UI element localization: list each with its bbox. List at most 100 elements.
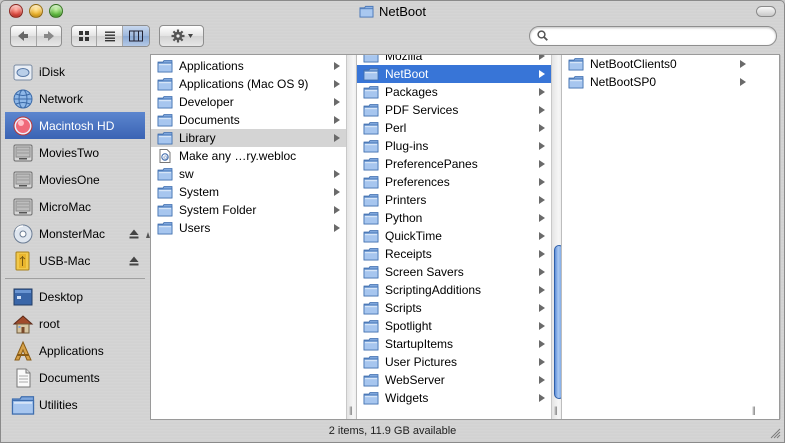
back-button[interactable] <box>11 26 37 46</box>
hard-disk-icon <box>11 115 35 137</box>
column-row-printers[interactable]: Printers <box>357 191 551 209</box>
eject-icon[interactable] <box>129 255 139 266</box>
column-scrollbar[interactable] <box>551 55 561 419</box>
row-label: Widgets <box>385 391 429 405</box>
row-label: PDF Services <box>385 103 459 117</box>
main-area: iDisk Network Macintosh HD MoviesTwo Mov… <box>5 54 781 420</box>
applications-icon <box>11 340 35 362</box>
search-field[interactable] <box>529 26 777 46</box>
column-row-python[interactable]: Python <box>357 209 551 227</box>
row-label: Packages <box>385 85 438 99</box>
sidebar-item-label: MoviesTwo <box>39 145 100 160</box>
sidebar-item-applications[interactable]: Applications <box>5 337 145 364</box>
column-row-screen-savers[interactable]: Screen Savers <box>357 263 551 281</box>
row-label: Plug-ins <box>385 139 429 153</box>
disclosure-arrow-icon <box>539 268 545 276</box>
column-row-startupitems[interactable]: StartupItems <box>357 335 551 353</box>
column-row-system[interactable]: System <box>151 183 346 201</box>
column-row-system-folder[interactable]: System Folder <box>151 201 346 219</box>
column-row-plug-ins[interactable]: Plug-ins <box>357 137 551 155</box>
folder-icon <box>363 319 379 333</box>
folder-icon <box>363 103 379 117</box>
sidebar-item-documents[interactable]: Documents <box>5 364 145 391</box>
column-row-widgets[interactable]: Widgets <box>357 389 551 407</box>
column-view-button[interactable] <box>122 26 149 46</box>
row-label: NetBoot <box>385 67 429 81</box>
column-row-developer[interactable]: Developer <box>151 93 346 111</box>
folder-icon <box>363 85 379 99</box>
sidebar-item-idisk[interactable]: iDisk <box>5 58 145 85</box>
column-resize-handle[interactable]: || <box>349 405 353 415</box>
column-row-quicktime[interactable]: QuickTime <box>357 227 551 245</box>
column-row-packages[interactable]: Packages <box>357 83 551 101</box>
column-row-user-pictures[interactable]: User Pictures <box>357 353 551 371</box>
column-row-netbootsp0[interactable]: NetBootSP0 <box>562 73 752 91</box>
column-scrollbar[interactable] <box>346 55 356 419</box>
column-row-webserver[interactable]: WebServer <box>357 371 551 389</box>
column-row-users[interactable]: Users <box>151 219 346 237</box>
column-row-preferencepanes[interactable]: PreferencePanes <box>357 155 551 173</box>
folder-icon <box>363 391 379 405</box>
browser-column-2: Mozilla NetBoot Packages PDF Services Pe… <box>357 55 562 419</box>
icon-view-button[interactable] <box>72 26 98 46</box>
sidebar-item-macintosh-hd[interactable]: Macintosh HD <box>5 112 145 139</box>
row-label: Users <box>179 221 211 235</box>
sidebar-item-label: Desktop <box>39 289 84 304</box>
column-row-applications-mac-os-9-[interactable]: Applications (Mac OS 9) <box>151 75 346 93</box>
column-row-mozilla[interactable]: Mozilla <box>357 55 551 65</box>
disclosure-arrow-icon <box>334 224 340 232</box>
resize-grip-icon[interactable] <box>769 427 781 439</box>
column-row-documents[interactable]: Documents <box>151 111 346 129</box>
sidebar-item-monstermac[interactable]: MonsterMac <box>5 220 145 247</box>
sidebar-item-label: iDisk <box>39 64 65 79</box>
column-row-library[interactable]: Library <box>151 129 346 147</box>
folder-icon <box>363 121 379 135</box>
sidebar-item-desktop[interactable]: Desktop <box>5 283 145 310</box>
column-row-applications[interactable]: Applications <box>151 57 346 75</box>
sidebar-item-moviesone[interactable]: MoviesOne <box>5 166 145 193</box>
row-label: StartupItems <box>385 337 454 351</box>
disclosure-arrow-icon <box>539 358 545 366</box>
sidebar-item-utilities[interactable]: Utilities <box>5 391 145 418</box>
webloc-icon: @ <box>157 149 173 163</box>
scrollbar-thumb[interactable] <box>554 245 561 399</box>
column-resize-handle[interactable]: || <box>752 405 756 415</box>
column-row-netboot[interactable]: NetBoot <box>357 65 551 83</box>
sidebar-item-micromac[interactable]: MicroMac <box>5 193 145 220</box>
toolbar-toggle-button[interactable] <box>756 6 776 17</box>
column-row-scripts[interactable]: Scripts <box>357 299 551 317</box>
sidebar-item-usb-mac[interactable]: USB-Mac <box>5 247 145 274</box>
action-menu-button[interactable] <box>160 26 203 46</box>
column-row-sw[interactable]: sw <box>151 165 346 183</box>
column-resize-handle[interactable]: || <box>554 405 558 415</box>
disclosure-arrow-icon <box>539 124 545 132</box>
folder-icon <box>363 193 379 207</box>
sidebar-item-network[interactable]: Network <box>5 85 145 112</box>
forward-arrow-icon <box>43 31 54 41</box>
folder-icon <box>363 55 379 63</box>
folder-icon <box>359 5 374 18</box>
folder-icon <box>157 185 173 199</box>
sidebar-item-moviestwo[interactable]: MoviesTwo <box>5 139 145 166</box>
column-row-spotlight[interactable]: Spotlight <box>357 317 551 335</box>
column-row-scriptingadditions[interactable]: ScriptingAdditions <box>357 281 551 299</box>
forward-button[interactable] <box>37 26 62 46</box>
column-row-receipts[interactable]: Receipts <box>357 245 551 263</box>
sidebar-item-label: Macintosh HD <box>39 118 115 133</box>
sidebar-item-root[interactable]: root <box>5 310 145 337</box>
column-row-make-any-ry-webloc[interactable]: @ Make any …ry.webloc <box>151 147 346 165</box>
column-row-preferences[interactable]: Preferences <box>357 173 551 191</box>
column-row-pdf-services[interactable]: PDF Services <box>357 101 551 119</box>
eject-icon[interactable] <box>129 228 139 239</box>
status-bar: 2 items, 11.9 GB available <box>1 420 784 442</box>
column-row-netbootclients0[interactable]: NetBootClients0 <box>562 55 752 73</box>
disclosure-arrow-icon <box>539 142 545 150</box>
list-view-button[interactable] <box>97 26 123 46</box>
disclosure-arrow-icon <box>539 376 545 384</box>
column-row-perl[interactable]: Perl <box>357 119 551 137</box>
folder-icon <box>157 59 173 73</box>
sidebar-divider <box>5 278 145 279</box>
folder-icon <box>157 95 173 109</box>
sidebar-item-label: USB-Mac <box>39 253 91 268</box>
title-bar[interactable]: NetBoot <box>1 1 784 23</box>
